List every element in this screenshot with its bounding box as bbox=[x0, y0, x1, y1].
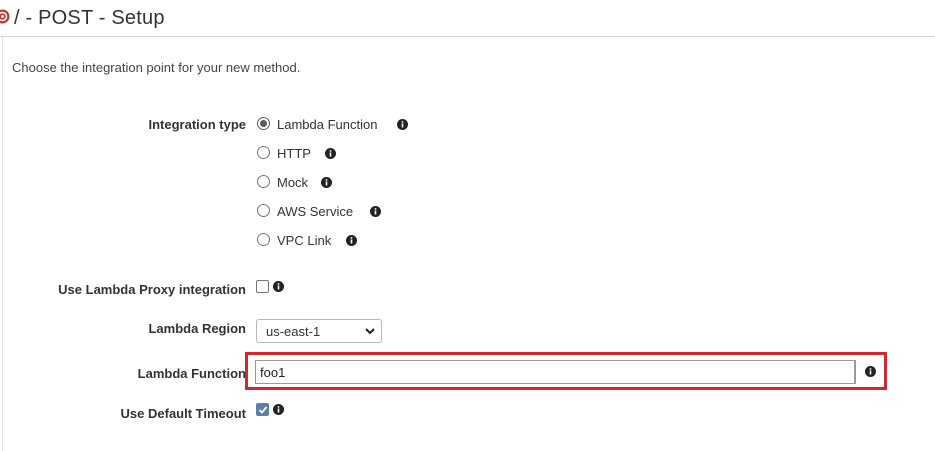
default-timeout-checkbox[interactable] bbox=[256, 403, 269, 416]
chevron-down-icon bbox=[365, 328, 375, 335]
radio-lambda-function[interactable] bbox=[257, 117, 270, 130]
lambda-region-select[interactable]: us-east-1 bbox=[256, 319, 382, 343]
info-icon[interactable] bbox=[325, 148, 336, 159]
lambda-function-label: Lambda Function bbox=[137, 366, 246, 381]
proxy-integration-checkbox[interactable] bbox=[256, 280, 269, 293]
lambda-region-value: us-east-1 bbox=[266, 324, 321, 339]
option-http-label[interactable]: HTTP bbox=[277, 146, 311, 161]
option-vpc-link-label[interactable]: VPC Link bbox=[277, 233, 331, 248]
option-mock-label[interactable]: Mock bbox=[277, 175, 308, 190]
default-timeout-label: Use Default Timeout bbox=[120, 406, 246, 421]
info-icon[interactable] bbox=[273, 281, 284, 292]
checkmark-icon bbox=[258, 406, 268, 414]
page-title: / - POST - Setup bbox=[14, 7, 165, 29]
integration-type-label: Integration type bbox=[148, 117, 246, 132]
option-lambda-function-label[interactable]: Lambda Function bbox=[277, 117, 377, 132]
option-aws-service-label[interactable]: AWS Service bbox=[277, 204, 353, 219]
info-icon[interactable] bbox=[865, 366, 876, 377]
radio-http[interactable] bbox=[257, 146, 270, 159]
info-icon[interactable] bbox=[346, 235, 357, 246]
page-header: / - POST - Setup bbox=[0, 0, 935, 37]
lambda-region-label: Lambda Region bbox=[148, 321, 246, 336]
left-divider bbox=[2, 37, 3, 451]
intro-text: Choose the integration point for your ne… bbox=[12, 60, 301, 75]
radio-mock[interactable] bbox=[257, 175, 270, 188]
input-divider bbox=[855, 360, 856, 384]
radio-vpc-link[interactable] bbox=[257, 233, 270, 246]
proxy-integration-label: Use Lambda Proxy integration bbox=[58, 282, 246, 297]
info-icon[interactable] bbox=[370, 206, 381, 217]
info-icon[interactable] bbox=[397, 119, 408, 130]
aws-api-icon bbox=[0, 9, 10, 24]
info-icon[interactable] bbox=[321, 177, 332, 188]
lambda-function-input[interactable] bbox=[255, 360, 855, 384]
radio-aws-service[interactable] bbox=[257, 204, 270, 217]
info-icon[interactable] bbox=[273, 404, 284, 415]
